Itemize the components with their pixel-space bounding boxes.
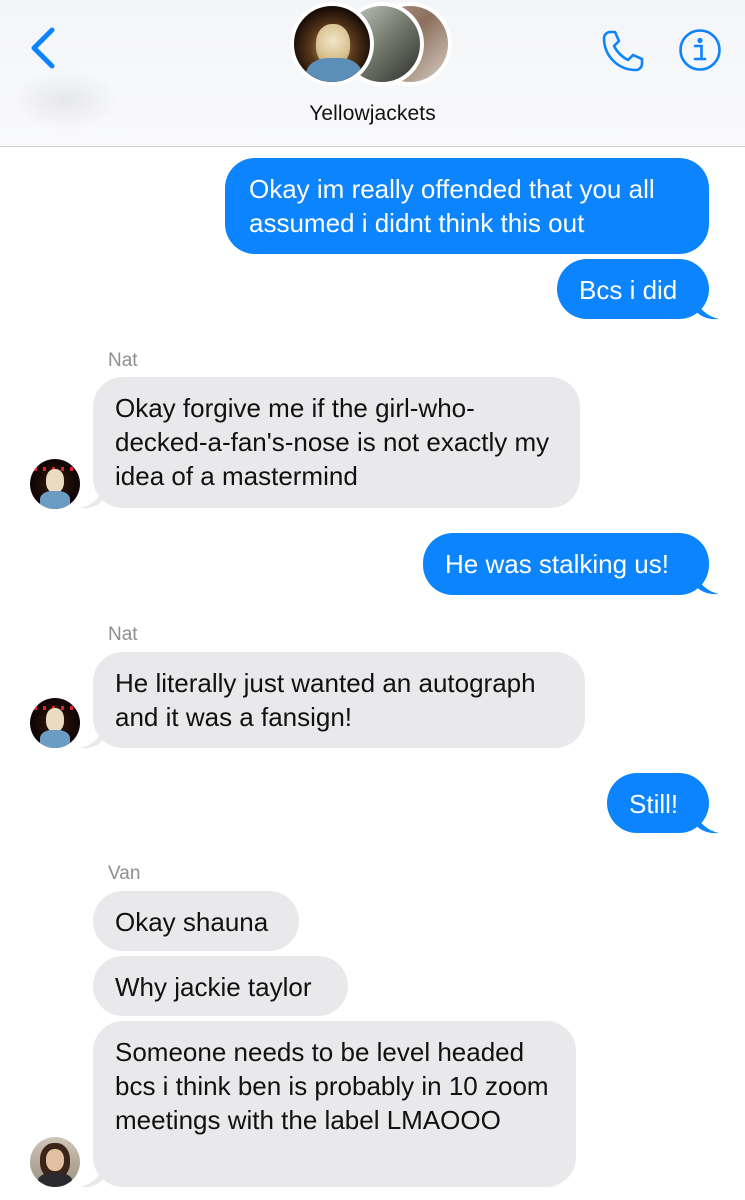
avatar-nat[interactable] — [30, 459, 80, 509]
sender-name: Nat — [108, 350, 138, 371]
group-member-avatar — [290, 2, 374, 86]
incoming-message-bubble[interactable]: Someone needs to be level headed bcs i t… — [93, 1021, 576, 1187]
chevron-left-icon — [31, 27, 55, 69]
sender-name: Nat — [108, 624, 138, 645]
avatar-van[interactable] — [30, 1137, 80, 1187]
back-button[interactable] — [24, 22, 64, 74]
bubble-tail — [80, 1162, 106, 1188]
conversation-header: Yellowjackets — [0, 0, 745, 147]
incoming-message-bubble[interactable]: Why jackie taylor — [93, 956, 348, 1016]
incoming-message-bubble[interactable]: He literally just wanted an autograph an… — [93, 652, 585, 748]
bubble-tail — [693, 569, 719, 595]
incoming-message-bubble[interactable]: Okay forgive me if the girl-who-decked-a… — [93, 377, 580, 508]
info-button[interactable] — [678, 28, 722, 72]
group-name[interactable]: Yellowjackets — [0, 102, 745, 126]
outgoing-message-bubble[interactable]: Bcs i did — [557, 259, 709, 319]
info-icon — [679, 29, 721, 71]
incoming-message-bubble[interactable]: Okay shauna — [93, 891, 299, 951]
outgoing-message-bubble[interactable]: He was stalking us! — [423, 533, 709, 595]
sender-name: Van — [108, 863, 141, 884]
avatar-nat[interactable] — [30, 698, 80, 748]
bubble-tail — [693, 808, 719, 834]
call-button[interactable] — [598, 26, 648, 76]
bubble-tail — [693, 294, 719, 320]
bubble-tail — [80, 723, 106, 749]
bubble-tail — [80, 483, 106, 509]
outgoing-message-bubble[interactable]: Okay im really offended that you all ass… — [225, 158, 709, 254]
phone-icon — [602, 30, 644, 72]
group-avatar-stack[interactable] — [290, 0, 470, 92]
